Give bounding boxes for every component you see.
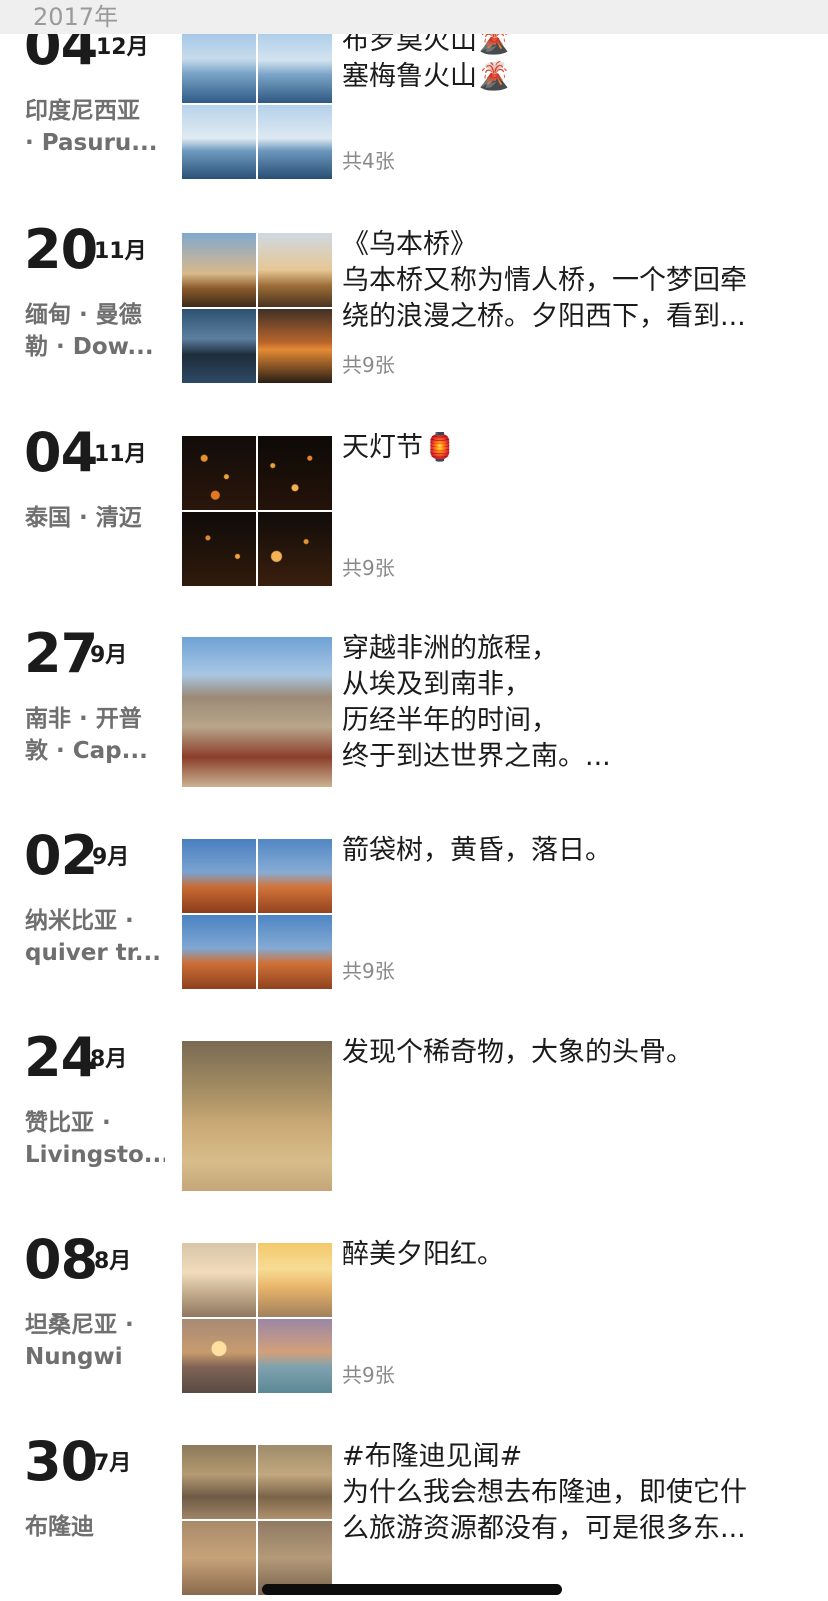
timeline-post[interactable]: 27 9月 南非 · 开普敦 · Cap... 穿越非洲的旅程， 从埃及到南非，历…	[0, 623, 828, 787]
photo-grid[interactable]	[182, 233, 332, 383]
photo-thumbnail[interactable]	[182, 839, 256, 913]
photo-grid[interactable]	[182, 637, 332, 787]
photo-thumbnail[interactable]	[258, 436, 332, 510]
timeline-post[interactable]: 04 11月 泰国 · 清迈 天灯节🏮 共9张	[0, 422, 828, 586]
photo-grid[interactable]	[182, 436, 332, 586]
photo-thumbnail[interactable]	[258, 1319, 332, 1393]
photo-thumbnail[interactable]	[182, 29, 256, 103]
photo-thumbnail[interactable]	[182, 637, 332, 787]
post-caption: #布隆迪见闻# 为什么我会想去布隆迪，即使它什 么旅游资源都没有，可是很多东...	[342, 1441, 747, 1544]
post-caption: 穿越非洲的旅程， 从埃及到南非， 历经半年的时间， 终于到达世界之南。...	[342, 633, 611, 772]
timeline-post[interactable]: 24 8月 赞比亚 · Livingsto... 发现个稀奇物，大象的头骨。	[0, 1027, 828, 1191]
post-month: 8月	[90, 1047, 128, 1072]
post-location: 赞比亚 · Livingsto...	[25, 1110, 165, 1168]
post-day: 30	[24, 1430, 98, 1493]
timeline-post[interactable]: 20 11月 缅甸 · 曼德勒 · Dow... 《乌本桥》 乌本桥又称为情人桥，…	[0, 219, 828, 383]
post-location: 纳米比亚 · quiver tr...	[25, 908, 161, 966]
post-day: 24	[24, 1026, 98, 1089]
post-month: 11月	[94, 239, 147, 264]
year-label: 2017年	[33, 3, 119, 31]
post-caption: 天灯节🏮	[342, 432, 457, 463]
photo-thumbnail[interactable]	[258, 1445, 332, 1519]
post-month: 7月	[94, 1451, 132, 1476]
post-day: 08	[24, 1228, 98, 1291]
photo-thumbnail[interactable]	[182, 1319, 256, 1393]
photo-thumbnail[interactable]	[182, 1445, 256, 1519]
photo-thumbnail[interactable]	[182, 915, 256, 989]
post-day: 20	[24, 218, 98, 281]
photo-thumbnail[interactable]	[258, 105, 332, 179]
photo-thumbnail[interactable]	[182, 436, 256, 510]
post-location: 南非 · 开普敦 · Cap...	[25, 706, 148, 764]
photo-count: 共9张	[342, 556, 395, 580]
photo-thumbnail[interactable]	[182, 309, 256, 383]
timeline-post[interactable]: 02 9月 纳米比亚 · quiver tr... 箭袋树，黄昏，落日。 共9张	[0, 825, 828, 989]
post-month: 12月	[96, 35, 149, 60]
timeline-post[interactable]: 04 12月 印度尼西亚 · Pasuru... 布罗莫火山🌋 塞梅鲁火山🌋 共4张	[0, 15, 828, 179]
post-location: 印度尼西亚 · Pasuru...	[25, 98, 158, 156]
photo-thumbnail[interactable]	[258, 309, 332, 383]
photo-grid[interactable]	[182, 1041, 332, 1191]
photo-thumbnail[interactable]	[258, 29, 332, 103]
post-day: 02	[24, 824, 98, 887]
photo-thumbnail[interactable]	[182, 1243, 256, 1317]
photo-thumbnail[interactable]	[182, 1521, 256, 1595]
post-location: 布隆迪	[25, 1514, 94, 1540]
year-header: 2017年	[0, 0, 828, 34]
photo-count: 共9张	[342, 959, 395, 983]
photo-thumbnail[interactable]	[182, 512, 256, 586]
post-month: 8月	[94, 1249, 132, 1274]
post-caption: 箭袋树，黄昏，落日。	[342, 835, 612, 866]
post-caption: 发现个稀奇物，大象的头骨。	[342, 1037, 693, 1068]
post-month: 11月	[94, 442, 147, 467]
photo-thumbnail[interactable]	[258, 915, 332, 989]
photo-grid[interactable]	[182, 1445, 332, 1595]
post-location: 缅甸 · 曼德勒 · Dow...	[25, 302, 154, 360]
post-month: 9月	[90, 643, 128, 668]
photo-grid[interactable]	[182, 29, 332, 179]
photo-thumbnail[interactable]	[182, 1041, 332, 1191]
timeline-post[interactable]: 30 7月 布隆迪 #布隆迪见闻# 为什么我会想去布隆迪，即使它什 么旅游资源都没有…	[0, 1431, 828, 1595]
post-day: 04	[24, 421, 98, 484]
photo-thumbnail[interactable]	[258, 839, 332, 913]
photo-grid[interactable]	[182, 839, 332, 989]
photo-thumbnail[interactable]	[258, 233, 332, 307]
photo-count: 共9张	[342, 353, 395, 377]
post-caption: 醉美夕阳红。	[342, 1239, 504, 1270]
photo-thumbnail[interactable]	[258, 1243, 332, 1317]
photo-thumbnail[interactable]	[182, 105, 256, 179]
post-caption: 《乌本桥》 乌本桥又称为情人桥，一个梦回牵 绕的浪漫之桥。夕阳西下，看到...	[342, 229, 747, 332]
post-location: 泰国 · 清迈	[25, 505, 142, 531]
photo-thumbnail[interactable]	[182, 233, 256, 307]
photo-grid[interactable]	[182, 1243, 332, 1393]
timeline-post[interactable]: 08 8月 坦桑尼亚 · Nungwi 醉美夕阳红。 共9张	[0, 1229, 828, 1393]
photo-count: 共4张	[342, 149, 395, 173]
home-indicator[interactable]	[262, 1584, 562, 1595]
post-month: 9月	[92, 845, 130, 870]
photo-thumbnail[interactable]	[258, 512, 332, 586]
post-day: 27	[24, 622, 98, 685]
photo-count: 共9张	[342, 1363, 395, 1387]
post-location: 坦桑尼亚 · Nungwi	[25, 1312, 134, 1370]
